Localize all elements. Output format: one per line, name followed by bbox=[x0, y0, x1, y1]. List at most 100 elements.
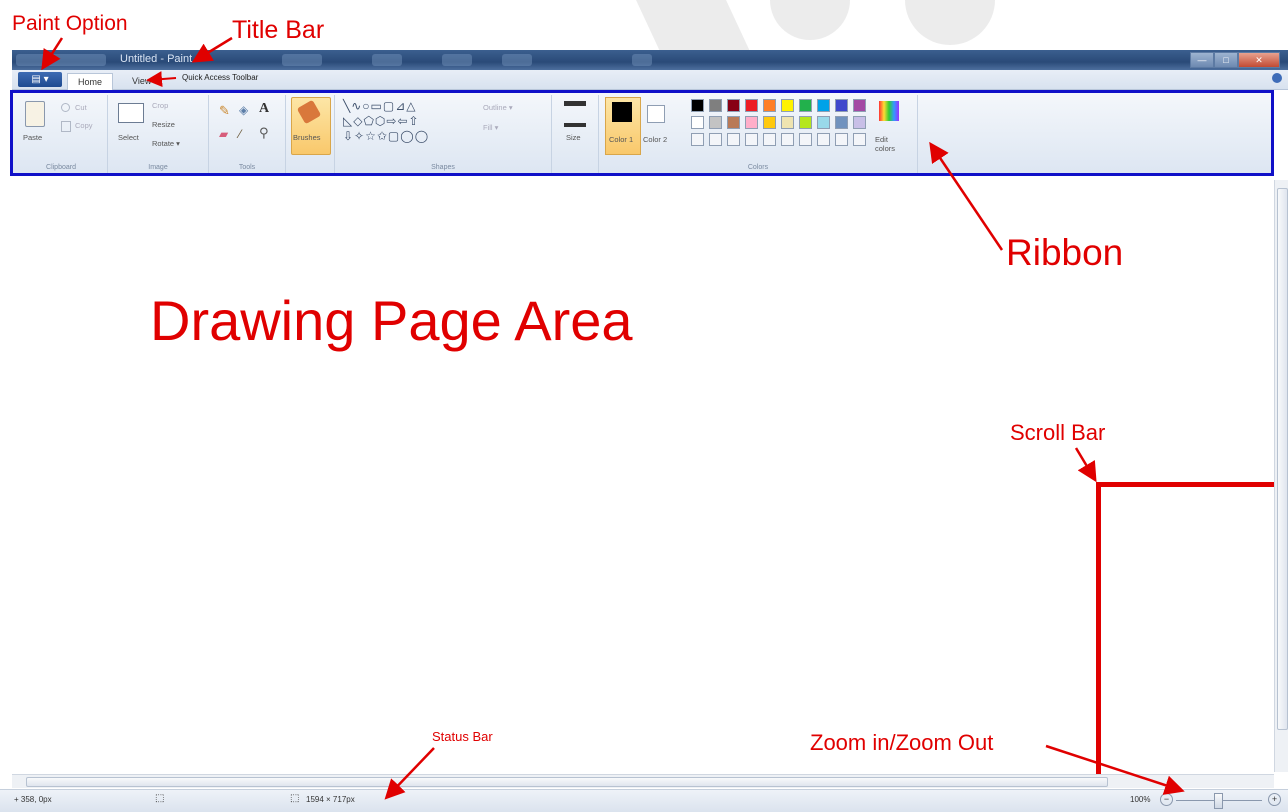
color-swatch[interactable] bbox=[709, 116, 722, 129]
color-swatch[interactable] bbox=[763, 116, 776, 129]
color-swatch[interactable] bbox=[853, 116, 866, 129]
colors-label: Colors bbox=[747, 164, 769, 171]
ribbon: Paste Cut Copy Clipboard Select Crop Res… bbox=[10, 90, 1274, 176]
help-icon[interactable] bbox=[1272, 73, 1282, 83]
annotation-ribbon: Ribbon bbox=[1006, 232, 1124, 273]
watermark-shape bbox=[905, 0, 995, 45]
maximize-button[interactable]: □ bbox=[1214, 52, 1238, 68]
select-icon[interactable] bbox=[118, 103, 144, 123]
horizontal-scrollbar[interactable] bbox=[12, 774, 1274, 788]
custom-color-slot[interactable] bbox=[835, 133, 848, 146]
annotation-status-bar: Status Bar bbox=[432, 729, 493, 744]
clipboard-label: Clipboard bbox=[46, 164, 76, 171]
outline-button[interactable]: Outline ▾ bbox=[483, 103, 513, 112]
image-label: Image bbox=[148, 164, 168, 171]
image-group: Select Crop Resize Rotate ▾ Image bbox=[108, 95, 209, 173]
custom-color-slot[interactable] bbox=[745, 133, 758, 146]
annotation-zoom: Zoom in/Zoom Out bbox=[810, 730, 994, 755]
horizontal-scroll-thumb[interactable] bbox=[26, 777, 1108, 787]
zoom-slider-thumb[interactable] bbox=[1214, 793, 1223, 809]
status-bar: + 358, 0px ⬚ ⬚ 1594 × 717px 100% − + bbox=[0, 789, 1288, 812]
tools-group: ✎ ◈ A ▰ ⁄ ⚲ Tools bbox=[209, 95, 286, 173]
vertical-scrollbar[interactable] bbox=[1274, 180, 1288, 772]
color-swatch[interactable] bbox=[763, 99, 776, 112]
color2-label: Color 2 bbox=[643, 135, 668, 144]
paste-icon[interactable] bbox=[25, 101, 45, 127]
crop-button[interactable]: Crop bbox=[152, 101, 168, 110]
custom-color-slot[interactable] bbox=[781, 133, 794, 146]
shapes-label: Shapes bbox=[431, 164, 455, 171]
color-swatch[interactable] bbox=[817, 116, 830, 129]
color-swatch[interactable] bbox=[727, 99, 740, 112]
edit-colors-icon[interactable] bbox=[879, 101, 899, 121]
rotate-button[interactable]: Rotate ▾ bbox=[152, 139, 180, 148]
color-swatch[interactable] bbox=[835, 116, 848, 129]
color-swatch[interactable] bbox=[709, 99, 722, 112]
copy-button[interactable]: Copy bbox=[75, 121, 93, 130]
magnifier-icon[interactable]: ⚲ bbox=[259, 125, 269, 141]
text-tool-icon[interactable]: A bbox=[259, 101, 269, 117]
window-controls: — □ ✕ bbox=[1190, 52, 1280, 68]
custom-color-slot[interactable] bbox=[817, 133, 830, 146]
tab-view[interactable]: View bbox=[122, 73, 161, 89]
color2-swatch[interactable] bbox=[647, 105, 665, 123]
color-swatch[interactable] bbox=[691, 116, 704, 129]
custom-color-slot[interactable] bbox=[853, 133, 866, 146]
minimize-button[interactable]: — bbox=[1190, 52, 1214, 68]
color-swatch[interactable] bbox=[745, 99, 758, 112]
canvas-size-icon: ⬚ bbox=[290, 793, 300, 804]
pencil-icon[interactable]: ✎ bbox=[219, 103, 230, 119]
color1-swatch bbox=[612, 102, 632, 122]
color-picker-icon[interactable]: ⁄ bbox=[239, 127, 241, 141]
custom-color-slot[interactable] bbox=[763, 133, 776, 146]
annotation-title-bar: Title Bar bbox=[232, 16, 325, 44]
color-swatch[interactable] bbox=[817, 99, 830, 112]
canvas-size: 1594 × 717px bbox=[306, 795, 355, 804]
brushes-group: Brushes bbox=[286, 95, 335, 173]
annotation-drawing-area: Drawing Page Area bbox=[150, 289, 633, 352]
clipboard-group: Paste Cut Copy Clipboard bbox=[15, 95, 108, 173]
edit-colors-button[interactable]: Edit colors bbox=[875, 135, 905, 153]
zoom-level: 100% bbox=[1130, 795, 1151, 804]
color-swatch[interactable] bbox=[799, 116, 812, 129]
fill-button[interactable]: Fill ▾ bbox=[483, 123, 498, 132]
scroll-bar-bracket-horizontal bbox=[1098, 482, 1274, 487]
color-swatch[interactable] bbox=[853, 99, 866, 112]
color-swatch[interactable] bbox=[691, 99, 704, 112]
select-button[interactable]: Select bbox=[118, 133, 139, 142]
custom-color-slot[interactable] bbox=[709, 133, 722, 146]
color-swatch[interactable] bbox=[799, 99, 812, 112]
resize-button[interactable]: Resize bbox=[152, 120, 175, 129]
watermark-shape bbox=[770, 0, 850, 40]
vertical-scroll-thumb[interactable] bbox=[1277, 188, 1288, 730]
color-swatch[interactable] bbox=[745, 116, 758, 129]
zoom-out-button[interactable]: − bbox=[1160, 793, 1173, 806]
title-bar: Untitled - Paint — □ ✕ bbox=[12, 50, 1288, 70]
close-button[interactable]: ✕ bbox=[1238, 52, 1280, 68]
brushes-label: Brushes bbox=[293, 133, 321, 142]
tab-home[interactable]: Home bbox=[67, 73, 114, 90]
paint-menu-button[interactable]: ▤ ▾ bbox=[18, 72, 62, 87]
color-swatch[interactable] bbox=[781, 99, 794, 112]
color-swatch[interactable] bbox=[727, 116, 740, 129]
custom-color-slot[interactable] bbox=[691, 133, 704, 146]
color-swatch[interactable] bbox=[781, 116, 794, 129]
color1-label: Color 1 bbox=[609, 135, 634, 144]
color-swatch[interactable] bbox=[835, 99, 848, 112]
size-group: Size bbox=[552, 95, 599, 173]
custom-color-slot[interactable] bbox=[727, 133, 740, 146]
cursor-position: + 358, 0px bbox=[14, 795, 52, 804]
cut-button[interactable]: Cut bbox=[75, 103, 87, 112]
fill-bucket-icon[interactable]: ◈ bbox=[239, 103, 248, 117]
ribbon-tab-row: ▤ ▾ Home View Quick Access Toolbar bbox=[12, 70, 1288, 90]
eraser-icon[interactable]: ▰ bbox=[219, 127, 228, 141]
shapes-gallery[interactable]: ╲∿○▭▢⊿△ ◺◇⬠⬡⇨⇦⇧ ⇩✧☆✩▢◯◯ bbox=[343, 99, 429, 144]
shapes-group: ╲∿○▭▢⊿△ ◺◇⬠⬡⇨⇦⇧ ⇩✧☆✩▢◯◯ Outline ▾ Fill ▾ S… bbox=[335, 95, 552, 173]
tools-label: Tools bbox=[238, 164, 256, 171]
size-button[interactable]: Size bbox=[566, 133, 581, 142]
colors-group: Color 1 Color 2 Edit colors Colors bbox=[599, 95, 918, 173]
custom-color-slot[interactable] bbox=[799, 133, 812, 146]
size-icon[interactable] bbox=[564, 101, 586, 127]
paste-button[interactable]: Paste bbox=[23, 133, 42, 142]
zoom-in-button[interactable]: + bbox=[1268, 793, 1281, 806]
